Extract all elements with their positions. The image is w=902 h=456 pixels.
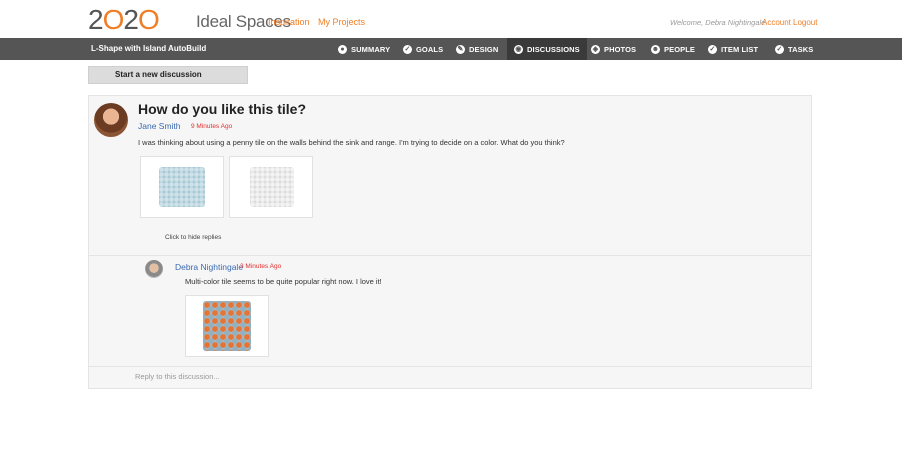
author-link[interactable]: Jane Smith <box>138 121 181 131</box>
tab-design[interactable]: ✎ DESIGN <box>456 38 498 60</box>
avatar[interactable] <box>94 103 128 137</box>
post-time: 9 Minutes Ago <box>191 123 233 130</box>
tab-item-list[interactable]: ✓ ITEM LIST <box>708 38 758 60</box>
tab-label: TASKS <box>788 44 814 54</box>
check-icon: ✓ <box>708 44 717 54</box>
project-title[interactable]: L-Shape with Island AutoBuild <box>91 44 206 53</box>
reply-body: Multi-color tile seems to be quite popul… <box>185 277 382 286</box>
logo-char: O <box>102 4 125 35</box>
tab-label: PEOPLE <box>664 44 696 54</box>
divider <box>88 255 812 256</box>
avatar[interactable] <box>145 260 163 278</box>
tile-image <box>203 301 251 351</box>
discussion-body: I was thinking about using a penny tile … <box>138 138 565 147</box>
tab-label: SUMMARY <box>351 44 391 54</box>
tile-thumbnail[interactable] <box>185 295 269 357</box>
tile-thumbnail[interactable] <box>229 156 313 218</box>
tab-photos[interactable]: ◈ PHOTOS <box>591 38 636 60</box>
post-time: 3 Minutes Ago <box>240 263 282 270</box>
tab-label: ITEM LIST <box>721 44 759 54</box>
tab-label: PHOTOS <box>604 44 637 54</box>
tile-image <box>159 167 205 207</box>
top-links: Inspiration My Projects <box>268 17 371 27</box>
design-icon: ✎ <box>456 44 465 54</box>
tab-discussions[interactable]: ◉ DISCUSSIONS <box>507 38 587 60</box>
people-icon: ☻ <box>651 44 660 54</box>
check-icon: ✓ <box>775 44 784 54</box>
hide-replies-link[interactable]: Click to hide replies <box>165 234 221 241</box>
reply-input[interactable] <box>135 372 735 381</box>
camera-icon: ◈ <box>591 44 600 54</box>
tab-tasks[interactable]: ✓ TASKS <box>775 38 813 60</box>
tile-thumbnail[interactable] <box>140 156 224 218</box>
account-link[interactable]: Account <box>762 18 791 27</box>
tab-summary[interactable]: ● SUMMARY <box>338 38 390 60</box>
tab-people[interactable]: ☻ PEOPLE <box>651 38 695 60</box>
check-icon: ✓ <box>403 44 412 54</box>
discussion-title: How do you like this tile? <box>138 101 307 117</box>
summary-icon: ● <box>338 44 347 54</box>
tile-image <box>250 167 294 207</box>
logout-link[interactable]: Logout <box>793 18 817 27</box>
tab-label: DESIGN <box>469 44 499 54</box>
my-projects-link[interactable]: My Projects <box>318 17 365 27</box>
top-header: 2 O 2 O Ideal Spaces Inspiration My Proj… <box>0 0 902 38</box>
project-nav-bar: L-Shape with Island AutoBuild ● SUMMARY … <box>0 38 902 60</box>
tab-goals[interactable]: ✓ GOALS <box>403 38 443 60</box>
tab-label: GOALS <box>416 44 444 54</box>
logo-char: 2 <box>123 4 139 35</box>
divider <box>88 366 812 367</box>
author-link[interactable]: Debra Nightingale <box>175 262 243 272</box>
inspiration-link[interactable]: Inspiration <box>268 17 310 27</box>
welcome-text: Welcome, Debra Nightingale <box>670 18 766 27</box>
start-discussion-button[interactable]: Start a new discussion <box>88 66 248 84</box>
logo-char: O <box>137 4 160 35</box>
tab-label: DISCUSSIONS <box>527 44 580 54</box>
logo-char: 2 <box>88 4 104 35</box>
discussion-icon: ◉ <box>514 44 523 54</box>
logo[interactable]: 2 O 2 O <box>88 4 160 35</box>
